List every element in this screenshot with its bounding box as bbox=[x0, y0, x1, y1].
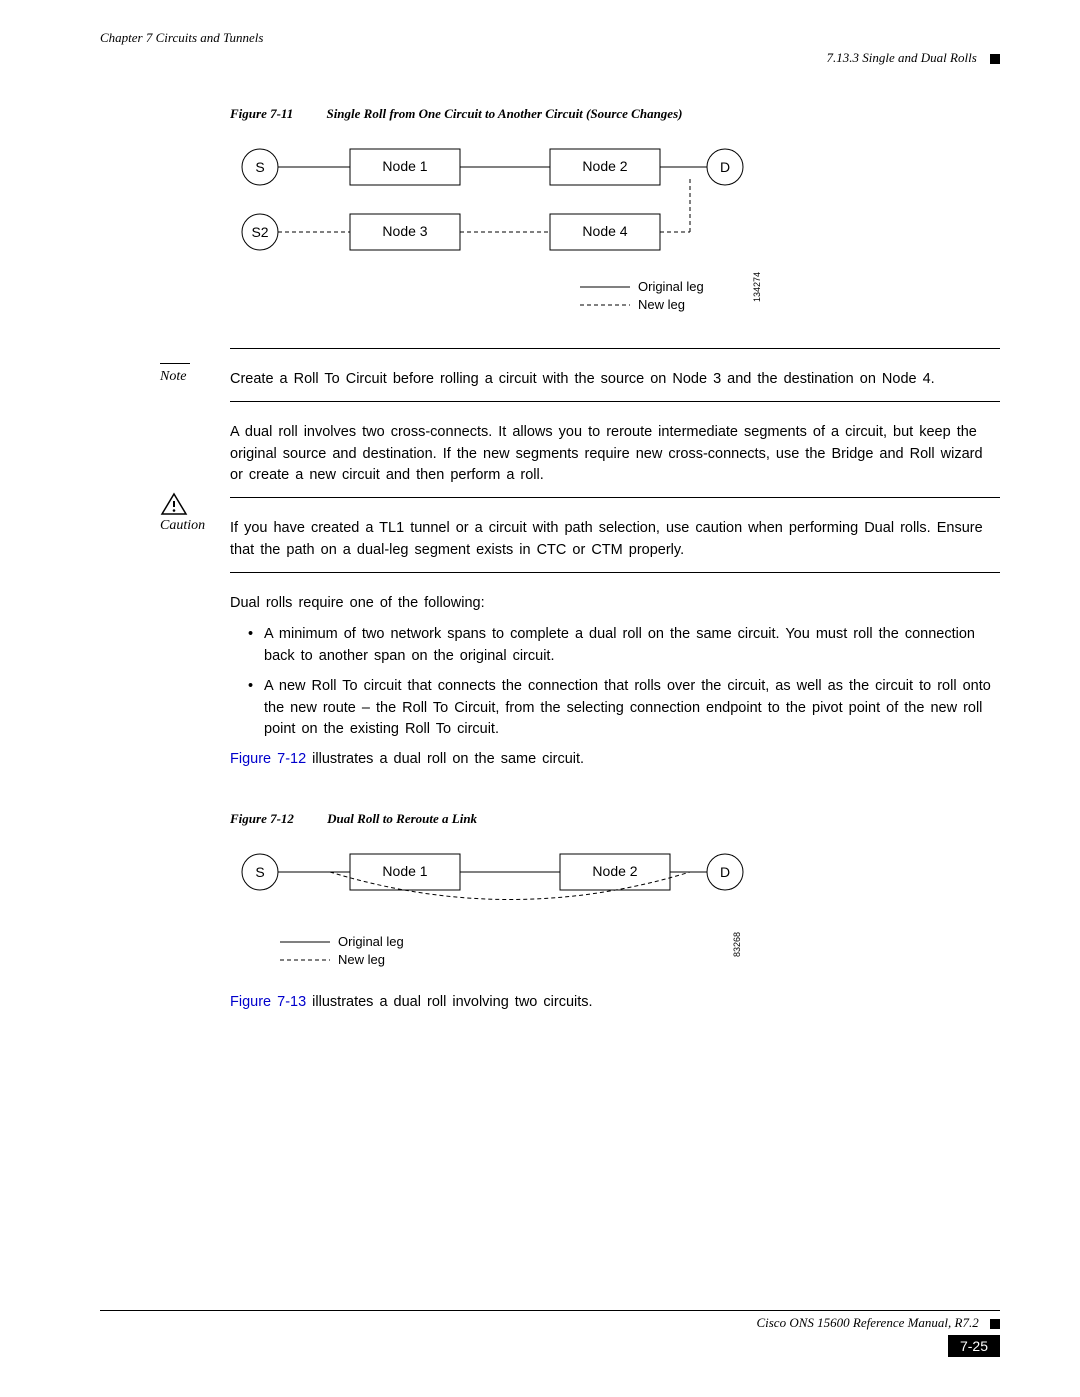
running-header-right: 7.13.3 Single and Dual Rolls bbox=[100, 50, 1000, 66]
legend-orig-711: Original leg bbox=[638, 279, 704, 294]
figure-712-caption: Figure 7-12 Dual Roll to Reroute a Link bbox=[230, 811, 1000, 827]
bullet-1: A minimum of two network spans to comple… bbox=[248, 624, 1000, 668]
caution-icon bbox=[160, 492, 188, 516]
para-1: A dual roll involves two cross-connects.… bbox=[230, 422, 1000, 487]
figure-711-caption: Figure 7-11 Single Roll from One Circuit… bbox=[230, 106, 1000, 122]
footer-marker-icon bbox=[990, 1319, 1000, 1329]
document-page: Chapter 7 Circuits and Tunnels 7.13.3 Si… bbox=[0, 0, 1080, 1397]
node-1-label: Node 1 bbox=[382, 158, 427, 174]
section-title: 7.13.3 Single and Dual Rolls bbox=[827, 50, 977, 65]
figure-713-link[interactable]: Figure 7-13 bbox=[230, 994, 306, 1010]
note-rule-bottom bbox=[230, 401, 1000, 402]
note-overline bbox=[160, 363, 190, 364]
page-footer: Cisco ONS 15600 Reference Manual, R7.2 7… bbox=[100, 1310, 1000, 1357]
note-rule-top bbox=[230, 348, 1000, 349]
note-text: Create a Roll To Circuit before rolling … bbox=[230, 369, 1000, 391]
node-2-712: Node 2 bbox=[592, 863, 637, 879]
figure-712-link[interactable]: Figure 7-12 bbox=[230, 751, 306, 767]
footer-rule bbox=[100, 1310, 1000, 1311]
legend-new-711: New leg bbox=[638, 297, 685, 312]
legend-orig-712: Original leg bbox=[338, 934, 404, 949]
node-d-label: D bbox=[720, 159, 730, 175]
caution-label: Caution bbox=[160, 518, 205, 534]
figure-712-number: Figure 7-12 bbox=[230, 811, 294, 826]
note-label: Note bbox=[160, 369, 186, 385]
node-1-712: Node 1 bbox=[382, 863, 427, 879]
caution-block: Caution If you have created a TL1 tunnel… bbox=[100, 518, 1000, 562]
figure-711-number: Figure 7-11 bbox=[230, 106, 293, 121]
caution-rule-top bbox=[230, 497, 1000, 498]
node-s-label: S bbox=[255, 159, 264, 175]
main-content: Figure 7-11 Single Roll from One Circuit… bbox=[100, 106, 1000, 1014]
figure-712-diagram: S D Node 1 Node 2 Original leg New leg 8… bbox=[230, 842, 790, 972]
footer-manual-title: Cisco ONS 15600 Reference Manual, R7.2 bbox=[100, 1315, 1000, 1331]
node-4-label: Node 4 bbox=[582, 223, 627, 239]
node-3-label: Node 3 bbox=[382, 223, 427, 239]
para-2: Dual rolls require one of the following: bbox=[230, 593, 1000, 615]
bullet-2: A new Roll To circuit that connects the … bbox=[248, 676, 1000, 741]
caution-text: If you have created a TL1 tunnel or a ci… bbox=[230, 518, 1000, 562]
node-s2-label: S2 bbox=[251, 224, 268, 240]
para-block-2: Dual rolls require one of the following:… bbox=[100, 593, 1000, 771]
page-number: 7-25 bbox=[948, 1335, 1000, 1357]
running-header-left: Chapter 7 Circuits and Tunnels bbox=[100, 30, 1000, 46]
ref-713: Figure 7-13 illustrates a dual roll invo… bbox=[230, 992, 1000, 1014]
bullet-list: A minimum of two network spans to comple… bbox=[248, 624, 1000, 741]
note-block: Note Create a Roll To Circuit before rol… bbox=[100, 369, 1000, 391]
para-block-3: Figure 7-13 illustrates a dual roll invo… bbox=[100, 992, 1000, 1014]
figure-711-diagram: S S2 D Node 1 Node 2 Node 3 Node 4 bbox=[230, 137, 790, 342]
caution-rule-bottom bbox=[230, 572, 1000, 573]
ref-712: Figure 7-12 illustrates a dual roll on t… bbox=[230, 749, 1000, 771]
figure-711-id: 134274 bbox=[752, 272, 762, 302]
legend-new-712: New leg bbox=[338, 952, 385, 967]
para-block-1: A dual roll involves two cross-connects.… bbox=[100, 422, 1000, 487]
figure-711-title: Single Roll from One Circuit to Another … bbox=[326, 106, 682, 121]
node-d-712: D bbox=[720, 864, 730, 880]
node-s-712: S bbox=[255, 864, 264, 880]
node-2-label: Node 2 bbox=[582, 158, 627, 174]
header-marker-icon bbox=[990, 54, 1000, 64]
figure-712-title: Dual Roll to Reroute a Link bbox=[327, 811, 477, 826]
figure-712-id: 83268 bbox=[732, 932, 742, 957]
